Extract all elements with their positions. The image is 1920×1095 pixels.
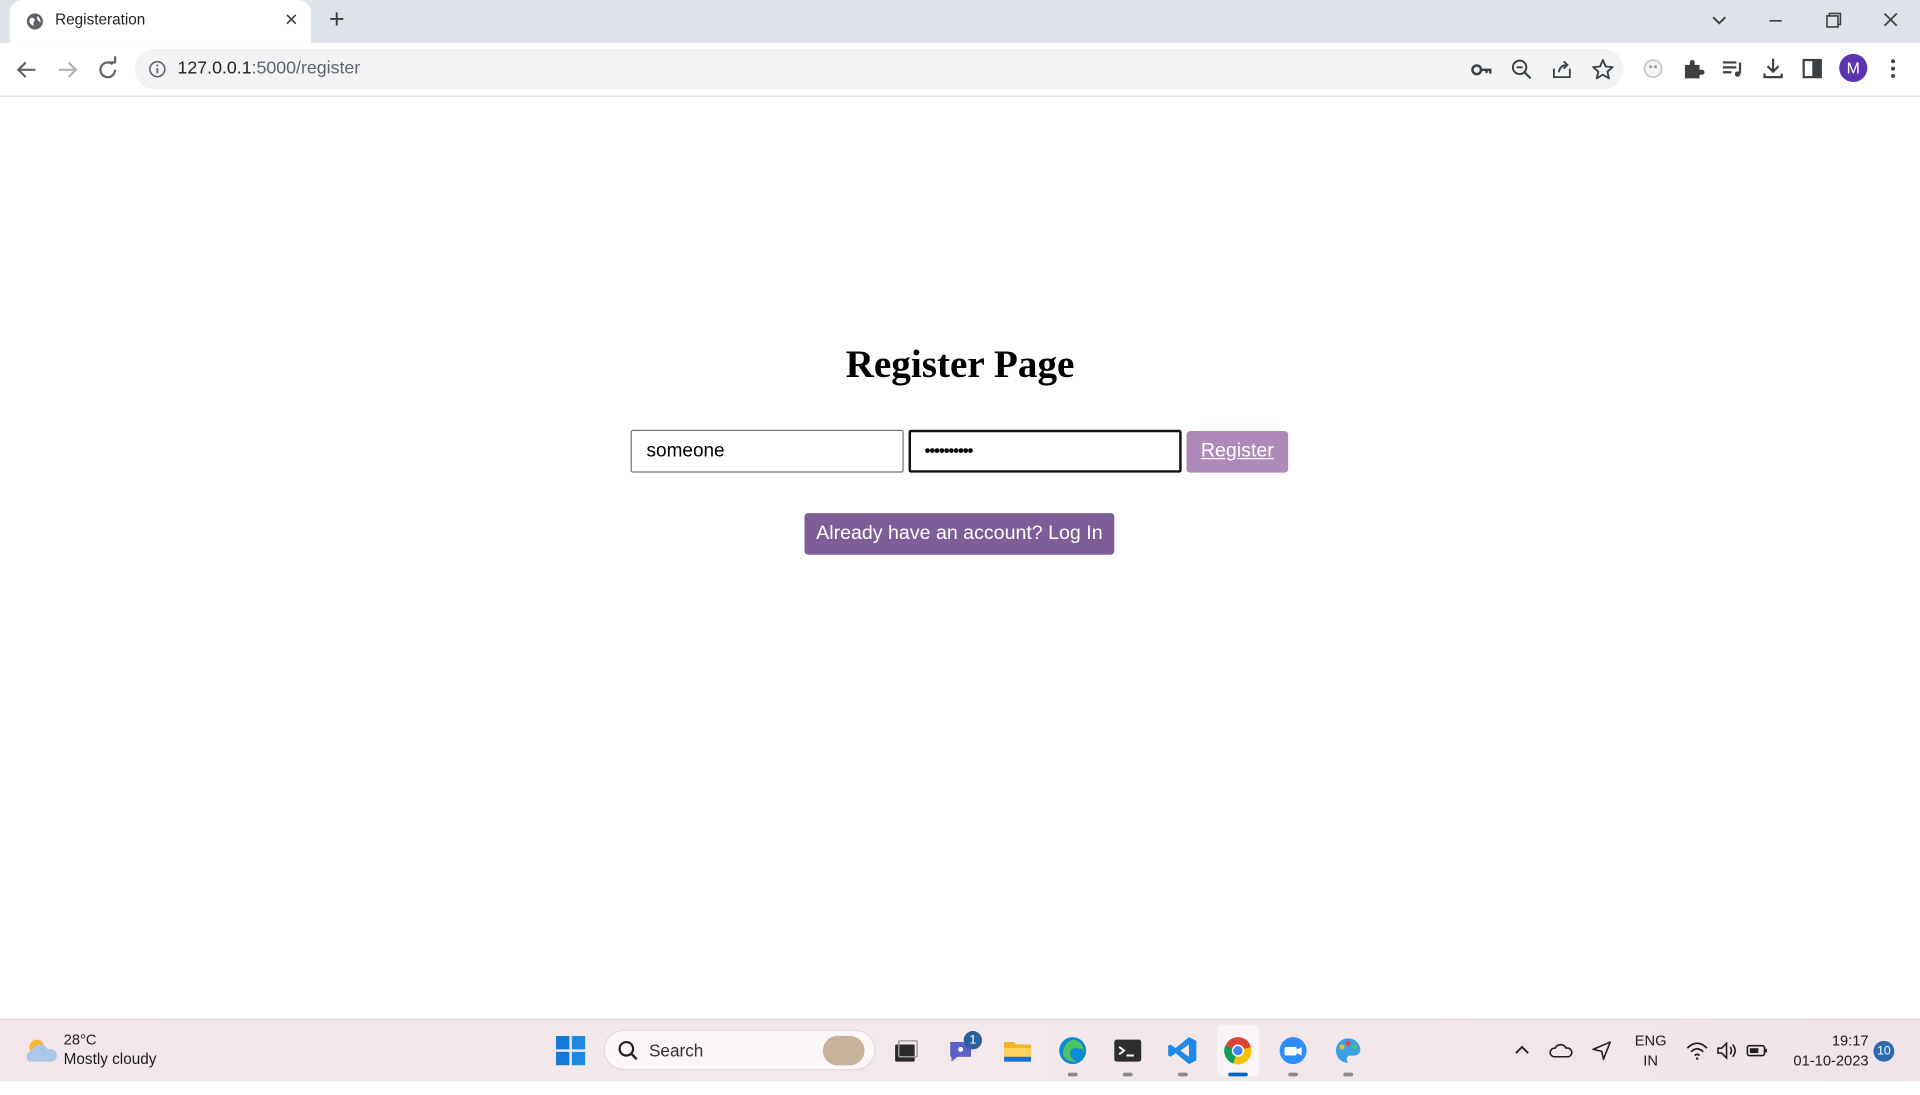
volume-icon[interactable] [1714, 1038, 1738, 1062]
username-input[interactable]: someone [630, 429, 904, 473]
url-host: 127.0.0.1 [177, 58, 252, 79]
media-queue-icon[interactable] [1719, 55, 1746, 82]
onedrive-cloud-icon[interactable] [1549, 1038, 1573, 1062]
url-path: :5000/register [251, 58, 361, 79]
language-region: IN [1643, 1051, 1658, 1069]
register-button[interactable]: Register [1186, 431, 1289, 473]
terminal-icon[interactable] [1112, 1035, 1144, 1067]
extensions-puzzle-icon[interactable] [1680, 55, 1707, 82]
search-icon [618, 1040, 638, 1061]
chrome-icon[interactable] [1222, 1035, 1254, 1067]
paint-app-icon[interactable] [1332, 1035, 1364, 1067]
vscode-icon[interactable] [1167, 1035, 1199, 1067]
share-icon[interactable] [1549, 56, 1576, 83]
bookmark-star-icon[interactable] [1589, 56, 1616, 83]
clock-date: 01-10-2023 [1793, 1051, 1869, 1069]
tab-strip: Registeration ✕ + [0, 0, 1920, 43]
weather-temperature[interactable]: 28°C [64, 1031, 97, 1048]
new-tab-button[interactable]: + [323, 6, 350, 34]
password-input[interactable]: •••••••••• [908, 429, 1182, 473]
browser-tab[interactable]: Registeration ✕ [9, 0, 312, 43]
login-link-button[interactable]: Already have an account? Log In [804, 513, 1115, 555]
taskbar-clock[interactable]: 19:17 01-10-2023 [1778, 1031, 1869, 1070]
globe-icon [26, 13, 43, 30]
search-highlight-image [822, 1035, 865, 1066]
taskbar: 28°C Mostly cloudy Search 1 ENG IN 19:17… [0, 1018, 1920, 1082]
teams-badge: 1 [963, 1031, 983, 1050]
vscode-running-indicator [1177, 1072, 1188, 1077]
search-placeholder: Search [648, 1040, 704, 1061]
zoom-running-indicator [1288, 1072, 1298, 1077]
tab-title: Registeration [55, 11, 146, 29]
paint-running-indicator [1343, 1072, 1354, 1077]
battery-icon[interactable] [1745, 1038, 1769, 1062]
download-icon[interactable] [1760, 55, 1787, 82]
edge-running-indicator [1067, 1072, 1078, 1077]
page-title: Register Page [845, 341, 1075, 386]
tab-close-icon[interactable]: ✕ [282, 10, 302, 30]
show-hidden-icons-chevron-icon[interactable] [1510, 1038, 1534, 1062]
minimize-icon[interactable] [1758, 7, 1792, 34]
language-code: ENG [1634, 1032, 1667, 1050]
file-explorer-icon[interactable] [1002, 1035, 1034, 1067]
zoom-out-icon[interactable] [1509, 56, 1536, 83]
windows-start-icon[interactable] [555, 1035, 586, 1066]
cloudy-weather-icon[interactable] [22, 1035, 59, 1067]
location-arrow-icon[interactable] [1589, 1038, 1613, 1062]
key-icon[interactable] [1468, 56, 1495, 83]
close-window-icon[interactable] [1873, 7, 1907, 34]
reload-icon[interactable] [92, 54, 124, 86]
wifi-icon[interactable] [1685, 1038, 1709, 1062]
taskbar-search[interactable]: Search [603, 1029, 876, 1071]
url-text[interactable]: 127.0.0.1:5000/register [178, 59, 361, 79]
back-icon[interactable] [11, 54, 43, 86]
profile-avatar[interactable]: M [1839, 53, 1868, 83]
address-bar[interactable]: 127.0.0.1:5000/register [134, 48, 1624, 90]
browser-toolbar: 127.0.0.1:5000/register M [0, 42, 1920, 97]
zoom-app-icon[interactable] [1277, 1035, 1309, 1067]
side-panel-icon[interactable] [1799, 55, 1826, 82]
notification-count-badge[interactable]: 10 [1873, 1040, 1895, 1062]
language-indicator[interactable]: ENG IN [1633, 1031, 1667, 1070]
weather-description[interactable]: Mostly cloudy [64, 1051, 157, 1068]
terminal-running-indicator [1122, 1072, 1133, 1077]
forward-icon[interactable] [51, 54, 83, 86]
extension-face-icon[interactable] [1640, 55, 1667, 82]
edge-browser-icon[interactable] [1057, 1035, 1089, 1067]
tab-search-icon[interactable] [1702, 7, 1736, 34]
info-icon[interactable] [148, 60, 166, 78]
clock-time: 19:17 [1831, 1032, 1869, 1050]
chrome-running-indicator [1228, 1072, 1248, 1077]
restore-icon[interactable] [1816, 7, 1850, 34]
task-view-icon[interactable] [890, 1035, 922, 1067]
more-menu-icon[interactable] [1880, 55, 1907, 82]
